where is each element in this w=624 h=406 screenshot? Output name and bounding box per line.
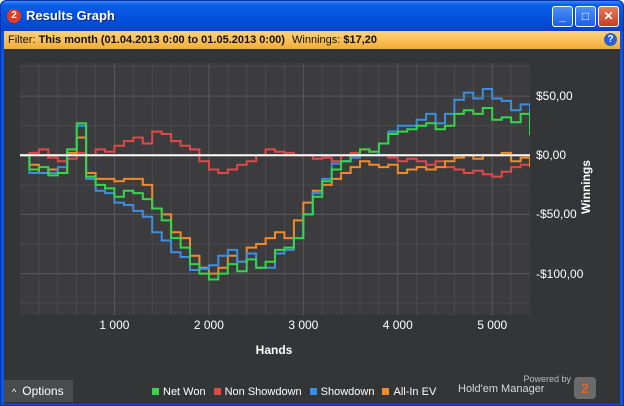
legend-label: Showdown (320, 386, 375, 398)
legend-label: All-In EV (393, 386, 437, 398)
x-tick-label: 3 000 (288, 318, 319, 332)
legend-item[interactable]: Net Won (152, 386, 206, 398)
x-tick-label: 5 000 (477, 318, 508, 332)
y-tick-label: -$100,00 (536, 266, 584, 281)
options-button[interactable]: ^ Options (4, 380, 73, 402)
x-axis-title: Hands (255, 343, 293, 357)
x-tick-label: 1 000 (99, 318, 130, 332)
maximize-button[interactable]: □ (575, 6, 596, 27)
maximize-icon: □ (581, 9, 590, 23)
legend-item[interactable]: Non Showdown (213, 386, 302, 398)
results-chart (20, 63, 531, 315)
graph-panel: $50,00 $0,00 -$50,00 -$100,00 1 000 2 000 3 0… (4, 49, 620, 404)
y-axis-title: Winnings (579, 160, 593, 214)
legend-label: Net Won (163, 386, 206, 398)
legend-item[interactable]: Showdown (309, 386, 375, 398)
title-bar[interactable]: 2 Results Graph _ □ ✕ (1, 1, 623, 31)
x-tick-label: 4 000 (382, 318, 413, 332)
help-icon[interactable]: ? (604, 33, 617, 46)
legend-item[interactable]: All-In EV (382, 386, 436, 398)
series-line-non-showdown (20, 130, 530, 178)
filter-bar[interactable]: Filter: This month (01.04.2013 0:00 to 0… (4, 31, 620, 49)
minimize-icon: _ (559, 9, 566, 23)
chart-legend: Net Won Non Showdown Showdown All-In EV (152, 386, 444, 398)
filter-label: Filter: (8, 34, 36, 46)
brand-logo-icon: 2 (574, 377, 596, 399)
series-line-net-won (20, 107, 531, 281)
plot-area[interactable] (20, 63, 531, 315)
results-graph-window: 2 Results Graph _ □ ✕ Filter: This month… (0, 0, 624, 406)
y-tick-label: -$50,00 (536, 207, 577, 222)
window-title: Results Graph (26, 8, 115, 23)
legend-swatch (382, 388, 390, 395)
app-logo-icon: 2 (7, 9, 21, 23)
filter-value: This month (01.04.2013 0:00 to 01.05.201… (38, 34, 285, 46)
y-tick-label: $0,00 (536, 148, 567, 163)
close-button[interactable]: ✕ (598, 6, 619, 27)
legend-swatch (309, 388, 317, 395)
winnings-label: Winnings: (292, 34, 341, 46)
legend-label: Non Showdown (224, 386, 302, 398)
y-tick-label: $50,00 (536, 89, 573, 104)
brand-name: Hold'em Manager (458, 383, 545, 395)
winnings-value: $17,20 (343, 34, 378, 46)
legend-swatch (152, 388, 159, 395)
close-icon: ✕ (603, 9, 614, 23)
chevron-up-icon: ^ (12, 387, 17, 397)
minimize-button[interactable]: _ (552, 6, 573, 27)
legend-swatch (213, 388, 221, 395)
x-tick-label: 2 000 (193, 318, 224, 332)
options-label: Options (22, 384, 64, 398)
